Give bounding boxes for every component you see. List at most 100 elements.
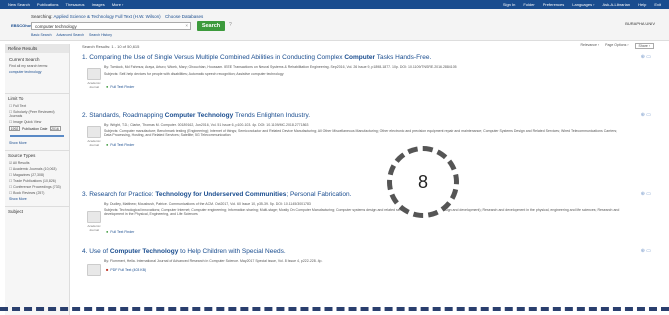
title-text: 4. Use of xyxy=(82,248,110,255)
basic-search-link[interactable]: Basic Search xyxy=(31,33,52,37)
searching-label: Searching: xyxy=(31,14,53,19)
search-button[interactable]: Search xyxy=(197,21,225,31)
institution-name: BURAPHA UNIV xyxy=(625,21,655,26)
refine-results-panel: Refine Results Current Search Find all m… xyxy=(5,44,70,315)
document-icon xyxy=(87,211,101,223)
result-meta: By: Flommert, Hella. International Journ… xyxy=(104,259,323,263)
date-label: Publication Date xyxy=(22,126,48,131)
link-label: Full Text Finder xyxy=(110,142,135,147)
exit-link[interactable]: Exit xyxy=(654,2,661,7)
result-meta: By: Dudley, Matthew; Mousbush, Patrice. … xyxy=(104,202,311,206)
document-icon xyxy=(87,68,101,80)
preferences-link[interactable]: Preferences xyxy=(543,2,565,7)
search-history-link[interactable]: Search History xyxy=(89,33,112,37)
limit-image-label: Image Quick View xyxy=(13,120,42,124)
source-academic-label: Academic Journals (10,063) xyxy=(12,167,57,171)
search-input[interactable]: computer technology × xyxy=(31,22,191,30)
refine-results-header[interactable]: Refine Results xyxy=(5,44,69,53)
subject-label[interactable]: Subject xyxy=(5,206,69,216)
dashed-divider xyxy=(0,307,669,311)
document-icon xyxy=(87,264,101,276)
source-all-label: All Results xyxy=(12,161,30,165)
limit-scholarly-label: Scholarly (Peer Reviewed) Journals xyxy=(9,110,55,118)
date-to-input[interactable]: 2016 xyxy=(49,126,61,131)
full-text-icon: ● xyxy=(106,84,109,89)
title-highlight: Computer Technology xyxy=(109,248,179,255)
title-text: to Help Children with Special Needs. xyxy=(178,248,286,255)
pdf-full-text-link[interactable]: ■ PDF Full Text (403 KB) xyxy=(106,267,146,272)
searching-line: Searching: Applied Science & Technology … xyxy=(31,14,203,19)
full-text-icon: ● xyxy=(106,229,109,234)
pdf-icon: ■ xyxy=(106,267,109,272)
result-title-2[interactable]: 2. Standards, Roadmapping Computer Techn… xyxy=(82,112,657,119)
source-trade-label: Trade Publications (10,826) xyxy=(13,179,56,183)
full-text-finder-link[interactable]: ● Full Text Finder xyxy=(106,142,134,147)
advanced-search-link[interactable]: Advanced Search xyxy=(56,33,84,37)
full-text-icon: ● xyxy=(106,142,109,147)
result-title-4[interactable]: 4. Use of Computer Technology to Help Ch… xyxy=(82,248,657,255)
full-text-finder-link[interactable]: ● Full Text Finder xyxy=(106,229,134,234)
title-text: 1. Comparing the Use of Single Versus Mu… xyxy=(82,54,345,61)
result-title-1[interactable]: 1. Comparing the Use of Single Versus Mu… xyxy=(82,54,657,61)
title-highlight: Computer xyxy=(344,54,376,61)
title-text: 3. Research for Practice: xyxy=(82,191,156,198)
nav-more[interactable]: More › xyxy=(112,2,124,7)
limit-to-label: Limit To xyxy=(5,93,69,103)
add-to-folder-icon[interactable]: ⊕ ▭ xyxy=(641,112,651,118)
results-area: Search Results: 1 - 10 of 50,615 Relevan… xyxy=(80,43,660,315)
nav-images[interactable]: Images xyxy=(92,2,105,7)
result-meta: By: Tomlock, Md Fahmus; Araya, Arturo; W… xyxy=(104,65,457,69)
add-to-folder-icon[interactable]: ⊕ ▭ xyxy=(641,248,651,254)
date-from-input[interactable]: 1992 xyxy=(9,126,20,131)
help-icon[interactable]: ? xyxy=(229,22,232,28)
link-label: PDF Full Text (403 KB) xyxy=(110,267,147,272)
add-to-folder-icon[interactable]: ⊕ ▭ xyxy=(641,191,651,197)
top-nav-right: Sign In Folder Preferences Languages › A… xyxy=(495,2,661,7)
ebsco-logo[interactable]: EBSCOhost xyxy=(11,23,34,28)
title-text: Trends Enlighten Industry. xyxy=(233,112,311,119)
date-slider[interactable] xyxy=(10,135,64,137)
limit-scholarly[interactable]: ☐ Scholarly (Peer Reviewed) Journals xyxy=(5,109,69,119)
folder-link[interactable]: Folder xyxy=(523,2,534,7)
nav-new-search[interactable]: New Search xyxy=(8,2,30,7)
result-subjects: Subjects: Self-help devices for people w… xyxy=(104,72,284,76)
add-to-folder-icon[interactable]: ⊕ ▭ xyxy=(641,54,651,60)
search-sublinks: Basic Search Advanced Search Search Hist… xyxy=(31,33,116,37)
link-label: Full Text Finder xyxy=(110,84,135,89)
relevance-dropdown[interactable]: Relevance › xyxy=(580,43,599,49)
title-text: ; Personal Fabrication. xyxy=(286,191,352,198)
help-link[interactable]: Help xyxy=(638,2,646,7)
show-more-link[interactable]: Show More xyxy=(5,140,69,146)
choose-databases-link[interactable]: Choose Databases xyxy=(165,14,203,19)
result-title-3[interactable]: 3. Research for Practice: Technology for… xyxy=(82,191,657,198)
result-subjects: Subjects: Technological innovations; Com… xyxy=(104,208,620,216)
source-book-reviews-label: Book Reviews (257) xyxy=(13,191,45,195)
result-item: 4. Use of Computer Technology to Help Ch… xyxy=(82,248,657,288)
title-text: 2. Standards, Roadmapping xyxy=(82,112,165,119)
results-tools: Relevance › Page Options › Share › xyxy=(574,43,654,49)
sign-in-link[interactable]: Sign In xyxy=(503,2,515,7)
result-meta: By: Wright, T.D.; Clarke, Thomas M. Comp… xyxy=(104,123,309,127)
current-search-label: Current Search xyxy=(9,57,40,62)
top-navigation-bar: New Search Publications Thesaurus Images… xyxy=(0,0,669,9)
current-query-link[interactable]: computer technology xyxy=(5,69,69,75)
result-item: 1. Comparing the Use of Single Versus Mu… xyxy=(82,54,657,94)
title-text: Tasks Hands-Free. xyxy=(375,54,432,61)
clear-icon[interactable]: × xyxy=(185,23,188,28)
share-button[interactable]: Share › xyxy=(634,43,654,49)
result-item: 2. Standards, Roadmapping Computer Techn… xyxy=(82,112,657,152)
show-more-sources-link[interactable]: Show More xyxy=(5,196,69,202)
full-text-finder-link[interactable]: ● Full Text Finder xyxy=(106,84,134,89)
database-name: Applied Science & Technology Full Text (… xyxy=(53,14,161,19)
nav-publications[interactable]: Publications xyxy=(37,2,59,7)
title-highlight: Computer Technology xyxy=(164,112,234,119)
nav-thesaurus[interactable]: Thesaurus xyxy=(66,2,85,7)
page-options-dropdown[interactable]: Page Options › xyxy=(605,43,628,49)
link-label: Full Text Finder xyxy=(110,229,135,234)
search-area: EBSCOhost Searching: Applied Science & T… xyxy=(0,9,669,41)
ask-librarian-link[interactable]: Ask-A-Librarian xyxy=(603,2,631,7)
results-count: Search Results: 1 - 10 of 50,615 xyxy=(82,44,140,49)
doctype-label: Academic Journal xyxy=(87,224,101,232)
doctype-label: Academic Journal xyxy=(87,81,101,89)
languages-link[interactable]: Languages › xyxy=(572,2,594,7)
